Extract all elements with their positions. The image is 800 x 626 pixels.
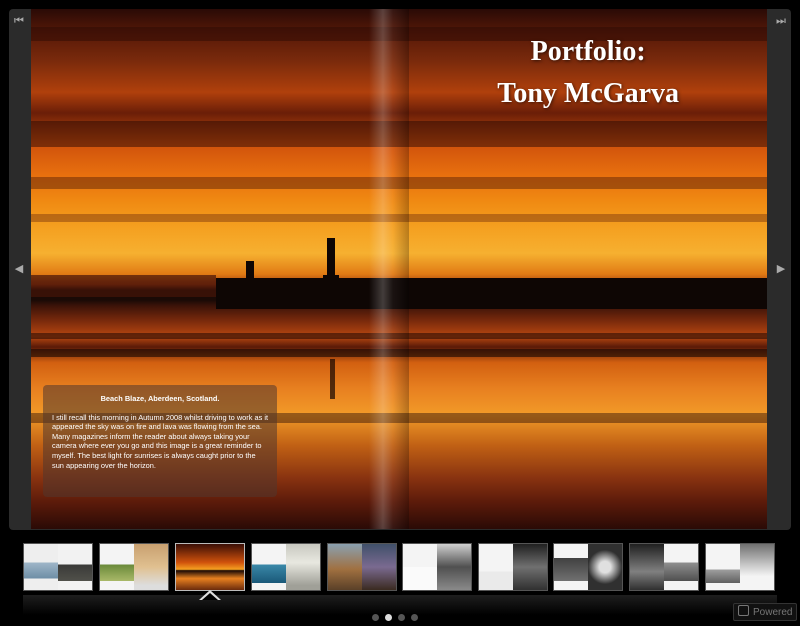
thumbnail[interactable] bbox=[99, 543, 169, 591]
lighthouse-small bbox=[246, 261, 254, 279]
thumbnail[interactable] bbox=[402, 543, 472, 591]
photo-caption: Beach Blaze, Aberdeen, Scotland. I still… bbox=[43, 385, 277, 497]
caption-title: Beach Blaze, Aberdeen, Scotland. bbox=[100, 394, 220, 403]
lighthouse-tall bbox=[327, 238, 335, 280]
caption-body: I still recall this morning in Autumn 20… bbox=[52, 412, 269, 470]
thumbnail[interactable] bbox=[478, 543, 548, 591]
thumbnail[interactable] bbox=[553, 543, 623, 591]
lighthouse-reflection bbox=[330, 359, 335, 399]
last-page-icon[interactable]: ⏭ bbox=[771, 11, 791, 31]
magazine-spread[interactable]: Portfolio: Tony McGarva Beach Blaze, Abe… bbox=[31, 9, 767, 529]
thumbnail[interactable] bbox=[251, 543, 321, 591]
current-page-pointer-inner bbox=[202, 593, 218, 600]
next-page-icon[interactable]: ▶ bbox=[771, 259, 791, 279]
thumbnail-strip bbox=[0, 543, 800, 593]
powered-badge[interactable]: Powered bbox=[733, 603, 797, 621]
horizon-haze bbox=[31, 275, 216, 297]
title-line-1: Portfolio: bbox=[530, 36, 646, 67]
pager-dot[interactable] bbox=[372, 614, 379, 621]
thumbnail[interactable] bbox=[629, 543, 699, 591]
thumbnail-current[interactable] bbox=[175, 543, 245, 591]
pager-dots bbox=[372, 608, 424, 621]
portfolio-title: Portfolio: Tony McGarva bbox=[497, 31, 679, 115]
title-line-2: Tony McGarva bbox=[497, 78, 679, 109]
pager-dot[interactable] bbox=[398, 614, 405, 621]
first-page-icon[interactable]: ⏮ bbox=[9, 11, 29, 31]
thumbnail[interactable] bbox=[327, 543, 397, 591]
thumbnail[interactable] bbox=[705, 543, 775, 591]
page-gutter bbox=[369, 9, 409, 529]
pager-dot-active[interactable] bbox=[385, 614, 392, 621]
prev-page-icon[interactable]: ◀ bbox=[9, 259, 29, 279]
thumbnail[interactable] bbox=[23, 543, 93, 591]
pier-silhouette bbox=[216, 278, 767, 309]
powered-label: Powered bbox=[753, 607, 793, 618]
powered-logo-icon bbox=[738, 605, 749, 616]
pager-dot[interactable] bbox=[411, 614, 418, 621]
